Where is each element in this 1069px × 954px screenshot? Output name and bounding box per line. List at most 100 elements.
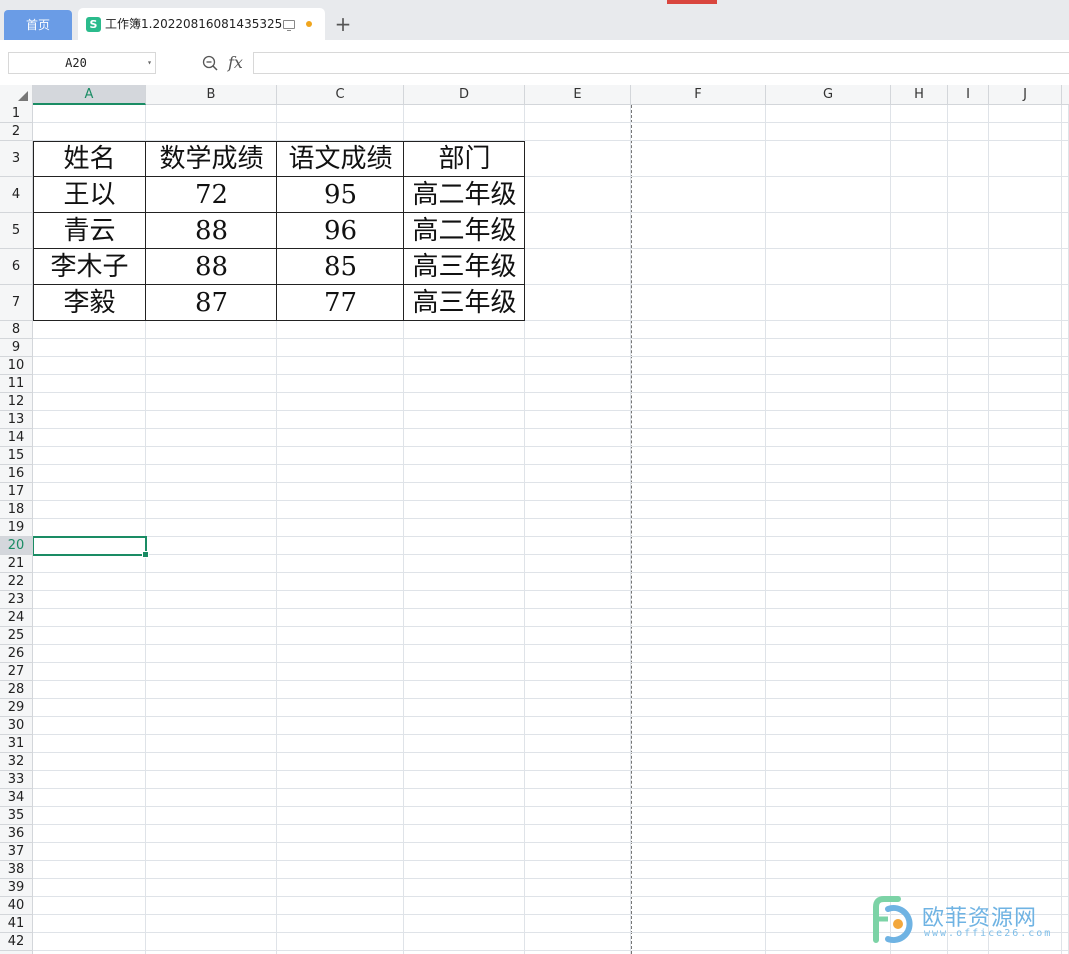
row-header[interactable]: 32 <box>0 753 32 771</box>
table-cell[interactable]: 高三年级 <box>404 249 525 285</box>
grid-line <box>33 698 1069 699</box>
grid-line <box>33 518 1069 519</box>
table-cell[interactable]: 王以 <box>33 177 146 213</box>
row-header[interactable]: 11 <box>0 375 32 393</box>
grid-line <box>33 428 1069 429</box>
table-cell[interactable]: 96 <box>277 213 404 249</box>
column-header[interactable]: A <box>33 85 146 105</box>
row-header[interactable]: 3 <box>0 141 32 177</box>
formula-input[interactable] <box>253 52 1069 74</box>
row-header[interactable]: 24 <box>0 609 32 627</box>
row-header[interactable]: 33 <box>0 771 32 789</box>
table-header-cell[interactable]: 数学成绩 <box>146 141 277 177</box>
row-header[interactable]: 13 <box>0 411 32 429</box>
monitor-icon[interactable] <box>283 20 295 31</box>
new-tab-button[interactable]: + <box>333 12 353 36</box>
row-header[interactable]: 26 <box>0 645 32 663</box>
row-header[interactable]: 36 <box>0 825 32 843</box>
table-cell[interactable]: 88 <box>146 249 277 285</box>
row-header[interactable]: 1 <box>0 105 32 123</box>
column-header[interactable]: J <box>989 85 1062 105</box>
table-cell[interactable]: 77 <box>277 285 404 321</box>
table-border <box>33 320 525 321</box>
row-header[interactable]: 41 <box>0 915 32 933</box>
table-cell[interactable]: 高二年级 <box>404 213 525 249</box>
table-cell[interactable]: 高三年级 <box>404 285 525 321</box>
row-header[interactable]: 40 <box>0 897 32 915</box>
grid-line <box>33 500 1069 501</box>
row-header[interactable]: 6 <box>0 249 32 285</box>
row-header[interactable]: 37 <box>0 843 32 861</box>
table-header-cell[interactable]: 语文成绩 <box>277 141 404 177</box>
table-cell[interactable]: 95 <box>277 177 404 213</box>
row-header[interactable]: 9 <box>0 339 32 357</box>
table-cell[interactable]: 88 <box>146 213 277 249</box>
column-header[interactable]: D <box>404 85 525 105</box>
tab-home[interactable]: 首页 <box>4 10 72 40</box>
grid-line <box>33 122 1069 123</box>
row-header[interactable]: 5 <box>0 213 32 249</box>
row-header[interactable]: 18 <box>0 501 32 519</box>
column-header[interactable]: F <box>631 85 766 105</box>
row-header[interactable]: 2 <box>0 123 32 141</box>
grid-line <box>33 680 1069 681</box>
row-header[interactable]: 29 <box>0 699 32 717</box>
table-border <box>524 141 525 321</box>
table-cell[interactable]: 87 <box>146 285 277 321</box>
table-header-cell[interactable]: 部门 <box>404 141 525 177</box>
row-header[interactable]: 42 <box>0 933 32 951</box>
row-header[interactable]: 10 <box>0 357 32 375</box>
grid-line <box>33 788 1069 789</box>
column-header[interactable]: H <box>891 85 948 105</box>
row-header[interactable]: 31 <box>0 735 32 753</box>
name-box[interactable]: A20 ▾ <box>8 52 156 74</box>
row-header[interactable]: 39 <box>0 879 32 897</box>
grid-line <box>33 752 1069 753</box>
table-cell[interactable]: 高二年级 <box>404 177 525 213</box>
select-all-button[interactable] <box>0 85 33 105</box>
row-header[interactable]: 17 <box>0 483 32 501</box>
row-header[interactable]: 8 <box>0 321 32 339</box>
column-header[interactable]: I <box>948 85 989 105</box>
row-header[interactable]: 4 <box>0 177 32 213</box>
table-cell[interactable]: 85 <box>277 249 404 285</box>
selected-cell-a20[interactable] <box>33 536 149 558</box>
row-header[interactable]: 16 <box>0 465 32 483</box>
row-header[interactable]: 34 <box>0 789 32 807</box>
row-header[interactable]: 12 <box>0 393 32 411</box>
row-header[interactable]: 27 <box>0 663 32 681</box>
row-header[interactable]: 21 <box>0 555 32 573</box>
zoom-out-icon[interactable] <box>202 55 218 71</box>
row-header[interactable]: 7 <box>0 285 32 321</box>
row-header[interactable]: 23 <box>0 591 32 609</box>
column-header[interactable]: E <box>525 85 631 105</box>
table-cell[interactable]: 李木子 <box>33 249 146 285</box>
row-header[interactable]: 30 <box>0 717 32 735</box>
fill-handle[interactable] <box>142 551 149 558</box>
row-header[interactable]: 25 <box>0 627 32 645</box>
tab-bar: 首页 S 工作簿1.20220816081435325 + <box>0 0 1069 40</box>
column-header[interactable]: B <box>146 85 277 105</box>
row-header[interactable]: 28 <box>0 681 32 699</box>
column-header[interactable]: G <box>766 85 891 105</box>
cell-area[interactable]: 姓名 数学成绩 语文成绩 部门 王以 72 95 高二年级 青云 88 96 高二年级 李木子 88 85 高… <box>33 105 1069 954</box>
row-header[interactable]: 15 <box>0 447 32 465</box>
unsaved-dot-icon[interactable] <box>306 21 312 27</box>
row-header[interactable]: 38 <box>0 861 32 879</box>
function-icon[interactable]: fx <box>228 52 243 74</box>
row-header[interactable]: 14 <box>0 429 32 447</box>
grid-line <box>33 446 1069 447</box>
chevron-down-icon[interactable]: ▾ <box>147 53 152 73</box>
table-cell[interactable]: 青云 <box>33 213 146 249</box>
row-header[interactable]: 35 <box>0 807 32 825</box>
tab-workbook[interactable]: S 工作簿1.20220816081435325 <box>78 8 325 40</box>
table-cell[interactable]: 72 <box>146 177 277 213</box>
table-header-cell[interactable]: 姓名 <box>33 141 146 177</box>
grid-line <box>630 105 631 954</box>
row-header[interactable]: 22 <box>0 573 32 591</box>
table-cell[interactable]: 李毅 <box>33 285 146 321</box>
row-header[interactable]: 19 <box>0 519 32 537</box>
column-header[interactable]: C <box>277 85 404 105</box>
grid-line <box>33 590 1069 591</box>
row-header[interactable]: 20 <box>0 537 32 555</box>
